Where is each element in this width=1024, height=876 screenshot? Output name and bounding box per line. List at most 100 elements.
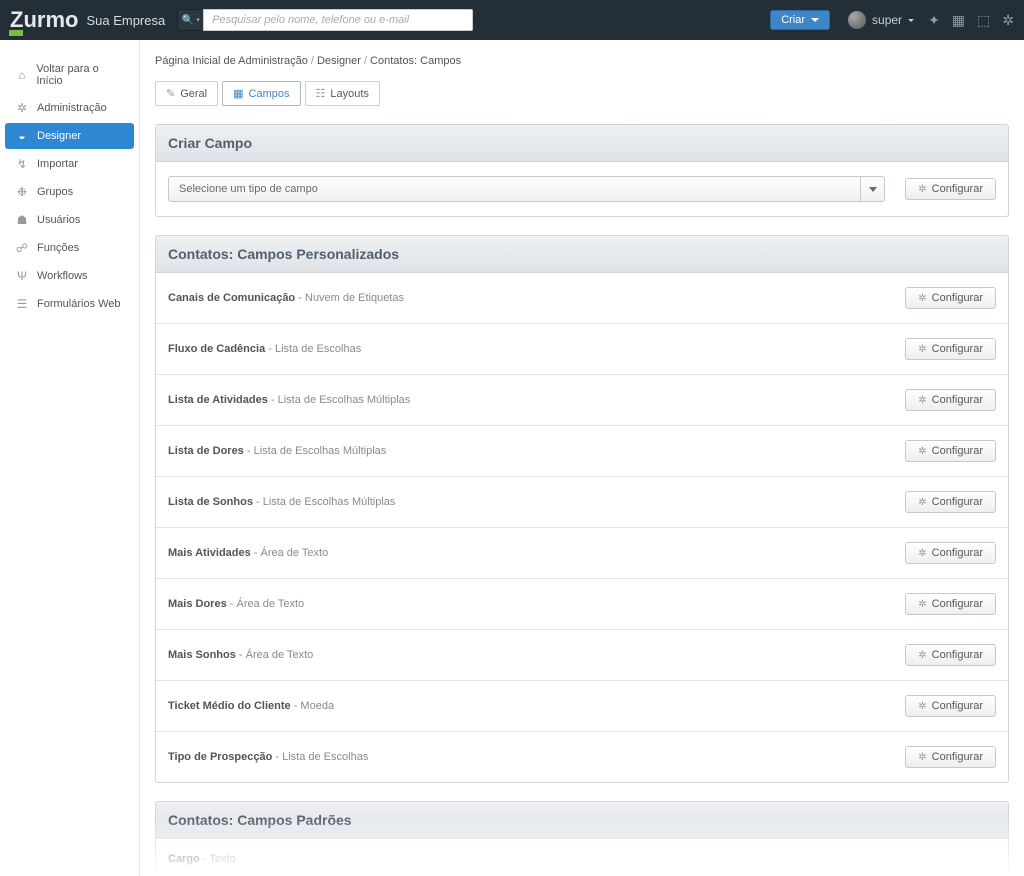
tab-icon: ☷ xyxy=(316,87,326,100)
sidebar-item-label: Importar xyxy=(37,158,78,170)
gear-icon: ✲ xyxy=(918,599,926,610)
breadcrumb-item[interactable]: Página Inicial de Administração xyxy=(155,55,308,67)
gear-icon: ✲ xyxy=(918,548,926,559)
tab-geral[interactable]: ✎ Geral xyxy=(155,81,218,106)
group-icon: ❉ xyxy=(15,185,29,199)
sidebar-item-label: Workflows xyxy=(37,270,88,282)
breadcrumb-item[interactable]: Designer xyxy=(317,55,361,67)
gear-icon: ✲ xyxy=(918,701,926,712)
settings-icon[interactable]: ✲ xyxy=(1002,12,1014,29)
custom-fields-panel: Contatos: Campos Personalizados Canais d… xyxy=(155,235,1009,783)
sidebar-item-grupos[interactable]: ❉Grupos xyxy=(5,179,134,205)
field-type: - Área de Texto xyxy=(251,547,328,559)
select-placeholder: Selecione um tipo de campo xyxy=(179,183,318,195)
field-type: - Lista de Escolhas xyxy=(272,751,368,763)
sidebar-item-usu-rios[interactable]: ☗ Usuários xyxy=(5,207,134,233)
field-type: - Lista de Escolhas Múltiplas xyxy=(253,496,395,508)
field-row: Cargo - Texto xyxy=(156,839,1008,876)
field-name: Lista de Atividades xyxy=(168,394,268,406)
gear-icon: ✲ xyxy=(918,344,926,355)
sidebar-item-fun-es[interactable]: ☍ Funções xyxy=(5,235,134,261)
tab-layouts[interactable]: ☷Layouts xyxy=(305,81,380,106)
create-button[interactable]: Criar xyxy=(770,10,830,30)
gear-icon: ✲ xyxy=(918,395,926,406)
role-icon: ☍ xyxy=(15,241,29,255)
sidebar-item-label: Formulários Web xyxy=(37,298,121,310)
breadcrumb-separator: / xyxy=(311,55,314,67)
field-type: - Área de Texto xyxy=(236,649,313,661)
configure-button[interactable]: ✲Configurar xyxy=(905,644,996,666)
configure-button[interactable]: ✲Configurar xyxy=(905,746,996,768)
tab-icon: ✎ xyxy=(166,87,175,100)
caret-down-icon xyxy=(869,187,877,192)
sidebar-item-formul-rios-web[interactable]: ☰Formulários Web xyxy=(5,291,134,317)
field-row: Mais Atividades - Área de Texto ✲Configur… xyxy=(156,528,1008,579)
gear-icon: ✲ xyxy=(918,293,926,304)
import-icon: ↯ xyxy=(15,157,29,171)
sidebar-item-importar[interactable]: ↯ Importar xyxy=(5,151,134,177)
configure-button[interactable]: ✲Configurar xyxy=(905,542,996,564)
field-row: Mais Dores - Área de Texto ✲Configurar xyxy=(156,579,1008,630)
field-name: Mais Dores xyxy=(168,598,227,610)
gear-icon: ✲ xyxy=(918,497,926,508)
panel-title: Contatos: Campos Personalizados xyxy=(156,236,1008,273)
sidebar-item-label: Voltar para o Início xyxy=(36,63,124,87)
caret-down-icon: ▾ xyxy=(196,16,200,24)
field-name: Lista de Sonhos xyxy=(168,496,253,508)
standard-fields-panel: Contatos: Campos Padrões Cargo - TextoCe… xyxy=(155,801,1009,876)
breadcrumb-separator: / xyxy=(364,55,367,67)
search-scope-dropdown[interactable]: 🔍 ▾ xyxy=(177,9,203,31)
user-menu[interactable]: super xyxy=(848,11,914,29)
field-type: - Texto xyxy=(200,853,236,865)
tab-icon: ▦ xyxy=(233,87,243,100)
select-arrow xyxy=(860,177,884,201)
configure-button[interactable]: ✲Configurar xyxy=(905,491,996,513)
pin-icon[interactable]: ✦ xyxy=(928,12,940,29)
sidebar-item-workflows[interactable]: Ψ Workflows xyxy=(5,263,134,289)
sidebar-item-label: Funções xyxy=(37,242,79,254)
avatar xyxy=(848,11,866,29)
logo-accent xyxy=(9,30,23,36)
sidebar-item-voltar-para-o-in-cio[interactable]: ⌂ Voltar para o Início xyxy=(5,57,134,93)
header-toolbar: ✦ ▦ ⬚ ✲ xyxy=(928,12,1014,29)
cog-icon: ✲ xyxy=(15,101,29,115)
globe-icon: ◒ xyxy=(15,129,29,143)
field-name: Mais Atividades xyxy=(168,547,251,559)
configure-button[interactable]: ✲Configurar xyxy=(905,287,996,309)
search-icon: 🔍 xyxy=(182,15,194,26)
tab-campos[interactable]: ▦ Campos xyxy=(222,81,300,106)
field-name: Ticket Médio do Cliente xyxy=(168,700,291,712)
tab-label: Campos xyxy=(249,88,290,100)
configure-button[interactable]: ✲Configurar xyxy=(905,440,996,462)
field-row: Tipo de Prospecção - Lista de Escolhas ✲C… xyxy=(156,732,1008,782)
sidebar: ⌂ Voltar para o Início ✲ Administração ◒Desi… xyxy=(0,40,140,876)
field-type: - Lista de Escolhas xyxy=(265,343,361,355)
field-type: - Lista de Escolhas Múltiplas xyxy=(244,445,386,457)
field-name: Fluxo de Cadência xyxy=(168,343,265,355)
cube-icon[interactable]: ⬚ xyxy=(977,12,990,29)
field-row: Lista de Atividades - Lista de Escolhas … xyxy=(156,375,1008,426)
configure-button[interactable]: ✲ Configurar xyxy=(905,178,996,200)
configure-button[interactable]: ✲Configurar xyxy=(905,695,996,717)
logo: Zurmo xyxy=(10,7,78,33)
calendar-icon[interactable]: ▦ xyxy=(952,12,965,29)
users-icon: ☗ xyxy=(15,213,29,227)
home-icon: ⌂ xyxy=(15,68,28,82)
field-type: - Área de Texto xyxy=(227,598,304,610)
configure-button[interactable]: ✲Configurar xyxy=(905,593,996,615)
sidebar-item-label: Usuários xyxy=(37,214,80,226)
tab-label: Geral xyxy=(180,88,207,100)
sidebar-item-designer[interactable]: ◒Designer xyxy=(5,123,134,149)
gear-icon: ✲ xyxy=(918,752,926,763)
workflow-icon: Ψ xyxy=(15,269,29,283)
field-name: Cargo xyxy=(168,853,200,865)
field-name: Mais Sonhos xyxy=(168,649,236,661)
configure-button[interactable]: ✲Configurar xyxy=(905,338,996,360)
sidebar-item-administra-o[interactable]: ✲ Administração xyxy=(5,95,134,121)
global-search-input[interactable] xyxy=(203,9,473,31)
sidebar-item-label: Administração xyxy=(37,102,107,114)
field-name: Tipo de Prospecção xyxy=(168,751,272,763)
caret-down-icon xyxy=(811,18,819,22)
field-type-select[interactable]: Selecione um tipo de campo xyxy=(168,176,885,202)
configure-button[interactable]: ✲Configurar xyxy=(905,389,996,411)
